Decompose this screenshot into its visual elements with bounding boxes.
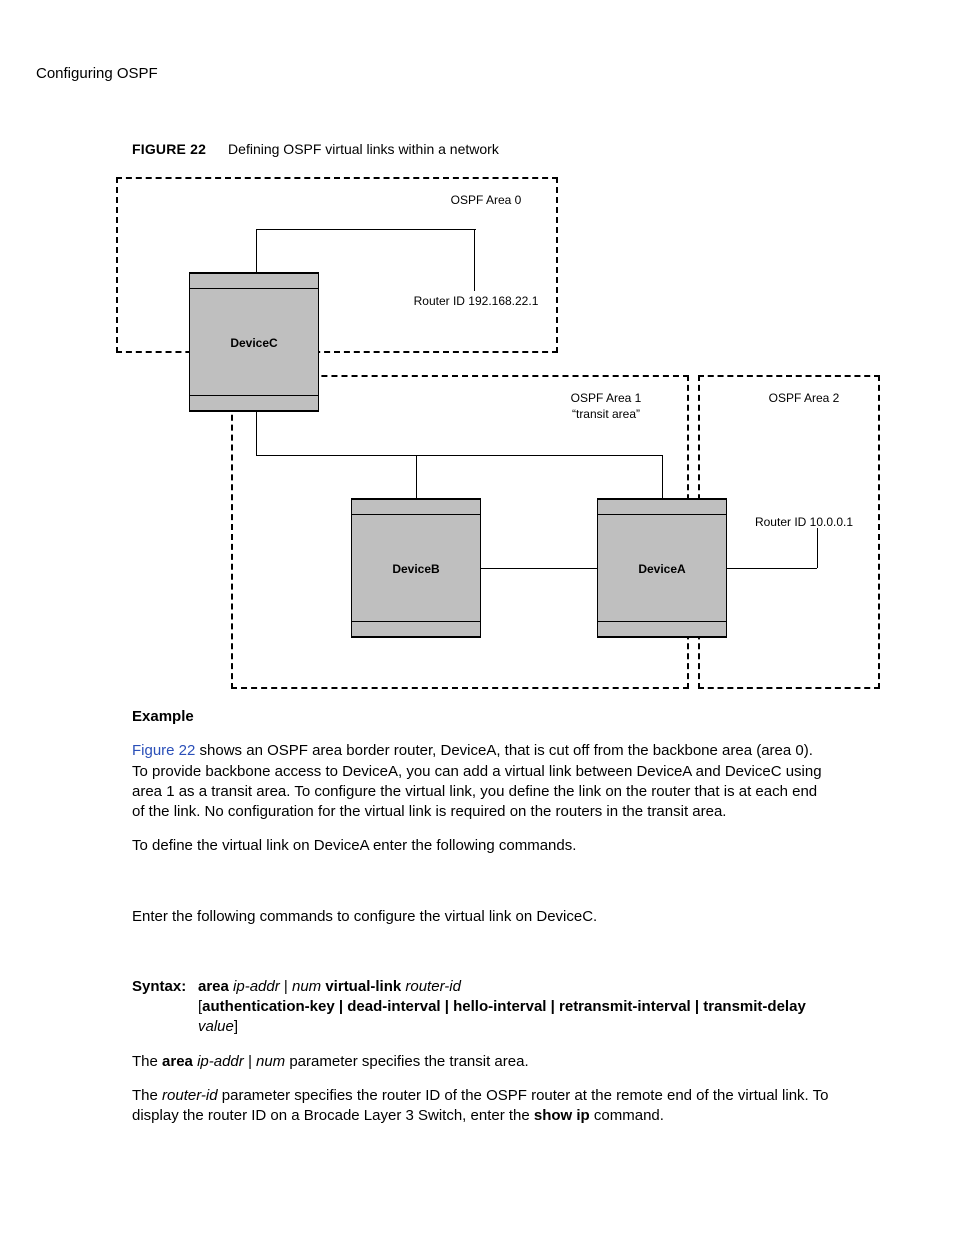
running-header: Configuring OSPF [36,64,918,84]
line-a0-h [256,229,476,230]
line-a0-v1 [256,229,257,272]
figure-label: FIGURE 22 [132,141,206,157]
syntax-arg-ipaddr: ip-addr [233,978,280,995]
paragraph-routerid: The router-id parameter specifies the ro… [132,1086,832,1127]
syntax-line-1: area ip-addr | num virtual-link router-i… [198,977,832,997]
spacer-2 [132,941,832,977]
line-a2-h [727,568,817,569]
syntax-options: authentication-key | dead-interval | hel… [202,998,806,1015]
syntax-arg-routerid: router-id [405,978,461,995]
ospf-diagram: OSPF Area 0 OSPF Area 1 “transit area” O… [116,177,876,697]
syntax-line-3: value] [198,1017,832,1037]
p-area-c: parameter specifies the transit area. [285,1053,528,1070]
routerid-a-label: Router ID 10.0.0.1 [734,514,874,530]
syntax-line-2: [authentication-key | dead-interval | he… [198,997,832,1017]
body-text: Example Figure 22 shows an OSPF area bor… [132,707,832,1126]
p-rid-it: router-id [162,1087,218,1104]
line-a1-vb [416,455,417,498]
p-rid-bold: show ip [534,1107,590,1124]
syntax-kw-virtuallink: virtual-link [325,978,401,995]
p-rid-c: command. [590,1107,664,1124]
figure-caption: FIGURE 22 Defining OSPF virtual links wi… [132,140,918,159]
paragraph-1-rest: shows an OSPF area border router, Device… [132,742,822,820]
p-rid-a: The [132,1087,162,1104]
syntax-body: area ip-addr | num virtual-link router-i… [198,977,832,1038]
area2-label: OSPF Area 2 [734,390,874,406]
paragraph-1: Figure 22 shows an OSPF area border rout… [132,741,832,822]
paragraph-area: The area ip-addr | num parameter specifi… [132,1052,832,1072]
device-b-label: DeviceB [352,561,480,577]
area1-label: OSPF Area 1 “transit area” [536,390,676,422]
p-area-a: The [132,1053,162,1070]
area0-label: OSPF Area 0 [416,192,556,208]
area1-label-line1: OSPF Area 1 [571,391,642,405]
line-a1-va [662,455,663,498]
line-a2-v [817,528,818,568]
syntax-label: Syntax: [132,977,198,1038]
line-a1-h [256,455,662,456]
area1-label-line2: “transit area” [572,407,640,421]
device-b-bot-bar [352,621,480,637]
syntax-kw-area: area [198,978,229,995]
paragraph-3: Enter the following commands to configur… [132,907,832,927]
figure-caption-text: Defining OSPF virtual links within a net… [228,141,499,157]
line-a1-vc [256,412,257,455]
line-ba [481,568,597,569]
routerid-c-label: Router ID 192.168.22.1 [396,293,556,309]
figure-22-link[interactable]: Figure 22 [132,742,195,759]
example-heading: Example [132,707,832,727]
syntax-close-bracket: ] [234,1018,238,1035]
device-b-top-bar [352,499,480,515]
device-a-label: DeviceA [598,561,726,577]
device-c-bot-bar [190,395,318,411]
device-b: DeviceB [351,498,481,638]
p-rid-b: parameter specifies the router ID of the… [132,1087,828,1124]
device-c: DeviceC [189,272,319,412]
syntax-arg-num: num [292,978,321,995]
line-a0-v2 [474,229,475,291]
device-c-top-bar [190,273,318,289]
p-area-it: ip-addr | num [197,1053,285,1070]
p-area-bold: area [162,1053,193,1070]
device-a: DeviceA [597,498,727,638]
device-a-top-bar [598,499,726,515]
device-a-bot-bar [598,621,726,637]
page: Configuring OSPF FIGURE 22 Defining OSPF… [0,0,954,1235]
paragraph-2: To define the virtual link on DeviceA en… [132,836,832,856]
syntax-block: Syntax: area ip-addr | num virtual-link … [132,977,832,1038]
syntax-arg-value: value [198,1018,234,1035]
spacer-1 [132,871,832,907]
syntax-pipe-1: | [280,978,292,995]
device-c-label: DeviceC [190,335,318,351]
